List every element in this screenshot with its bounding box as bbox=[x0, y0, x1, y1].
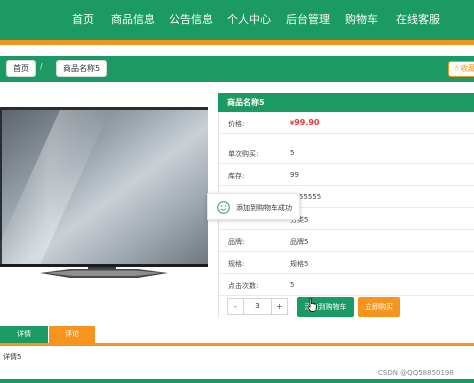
navbar-accent-stripe bbox=[0, 40, 474, 45]
breadcrumb: 首页 / 商品名称5 ☆收藏 bbox=[0, 56, 474, 82]
breadcrumb-current: 商品名称5 bbox=[56, 60, 108, 77]
attribute-label: 库存: bbox=[228, 172, 245, 180]
attribute-label: 单次购买: bbox=[228, 150, 259, 158]
attribute-value: 5 bbox=[290, 149, 295, 157]
attribute-label: 规格: bbox=[228, 260, 245, 268]
attribute-label: 品牌: bbox=[228, 238, 245, 246]
attribute-row: 品牌: 品牌5 bbox=[219, 230, 474, 252]
breadcrumb-separator: / bbox=[40, 62, 43, 71]
price-label: 价格: bbox=[228, 120, 245, 128]
price-amount: 99.90 bbox=[294, 118, 320, 127]
attribute-row: 单次购买: 5 bbox=[219, 142, 474, 164]
attribute-value: 规格5 bbox=[290, 260, 309, 268]
quantity-increase-button[interactable]: + bbox=[271, 299, 287, 314]
top-navbar: 首页 商品信息 公告信息 个人中心 后台管理 购物车 在线客服 bbox=[0, 0, 474, 40]
nav-item-admin[interactable]: 后台管理 bbox=[286, 12, 330, 28]
tab-detail[interactable]: 详情 bbox=[0, 326, 48, 343]
attribute-row: 点击次数: 5 bbox=[219, 274, 474, 296]
attribute-row: 规格: 规格5 bbox=[219, 252, 474, 274]
favorite-button[interactable]: ☆收藏 bbox=[448, 61, 474, 77]
toast-message: 添加到购物车成功 bbox=[236, 204, 292, 212]
price-value: ¥99.90 bbox=[290, 118, 320, 127]
product-image bbox=[0, 92, 208, 302]
buy-now-button[interactable]: 立即购买 bbox=[358, 297, 400, 317]
quantity-input[interactable]: 3 bbox=[244, 299, 271, 314]
nav-item-home[interactable]: 首页 bbox=[72, 12, 94, 28]
nav-item-notices[interactable]: 公告信息 bbox=[169, 12, 213, 28]
attribute-value: 99 bbox=[290, 171, 299, 179]
hand-cursor-icon bbox=[307, 298, 317, 312]
smiley-icon bbox=[217, 201, 230, 214]
attribute-value: 品牌5 bbox=[290, 238, 309, 246]
watermark: CSDN @QQ58850198 bbox=[378, 369, 454, 377]
add-to-cart-button[interactable]: 添加到购物车 bbox=[297, 297, 354, 317]
attribute-value: 5 bbox=[290, 281, 295, 289]
nav-item-products[interactable]: 商品信息 bbox=[111, 12, 155, 28]
detail-content: 详情5 bbox=[3, 353, 22, 361]
product-title: 商品名称5 bbox=[218, 93, 474, 112]
price-row: 价格: ¥99.90 bbox=[219, 112, 474, 134]
quantity-stepper: - 3 + bbox=[227, 298, 288, 315]
tab-review[interactable]: 评论 bbox=[49, 326, 95, 343]
tab-underline bbox=[0, 343, 474, 346]
attribute-row: 库存: 99 bbox=[219, 164, 474, 186]
quantity-decrease-button[interactable]: - bbox=[228, 299, 244, 314]
attribute-label: 点击次数: bbox=[228, 282, 259, 290]
nav-item-profile[interactable]: 个人中心 bbox=[227, 12, 271, 28]
footer-bar bbox=[0, 379, 474, 383]
nav-item-support[interactable]: 在线客服 bbox=[396, 12, 440, 28]
add-to-cart-toast: 添加到购物车成功 bbox=[207, 193, 300, 220]
nav-item-cart[interactable]: 购物车 bbox=[345, 12, 378, 28]
breadcrumb-home[interactable]: 首页 bbox=[6, 60, 36, 77]
